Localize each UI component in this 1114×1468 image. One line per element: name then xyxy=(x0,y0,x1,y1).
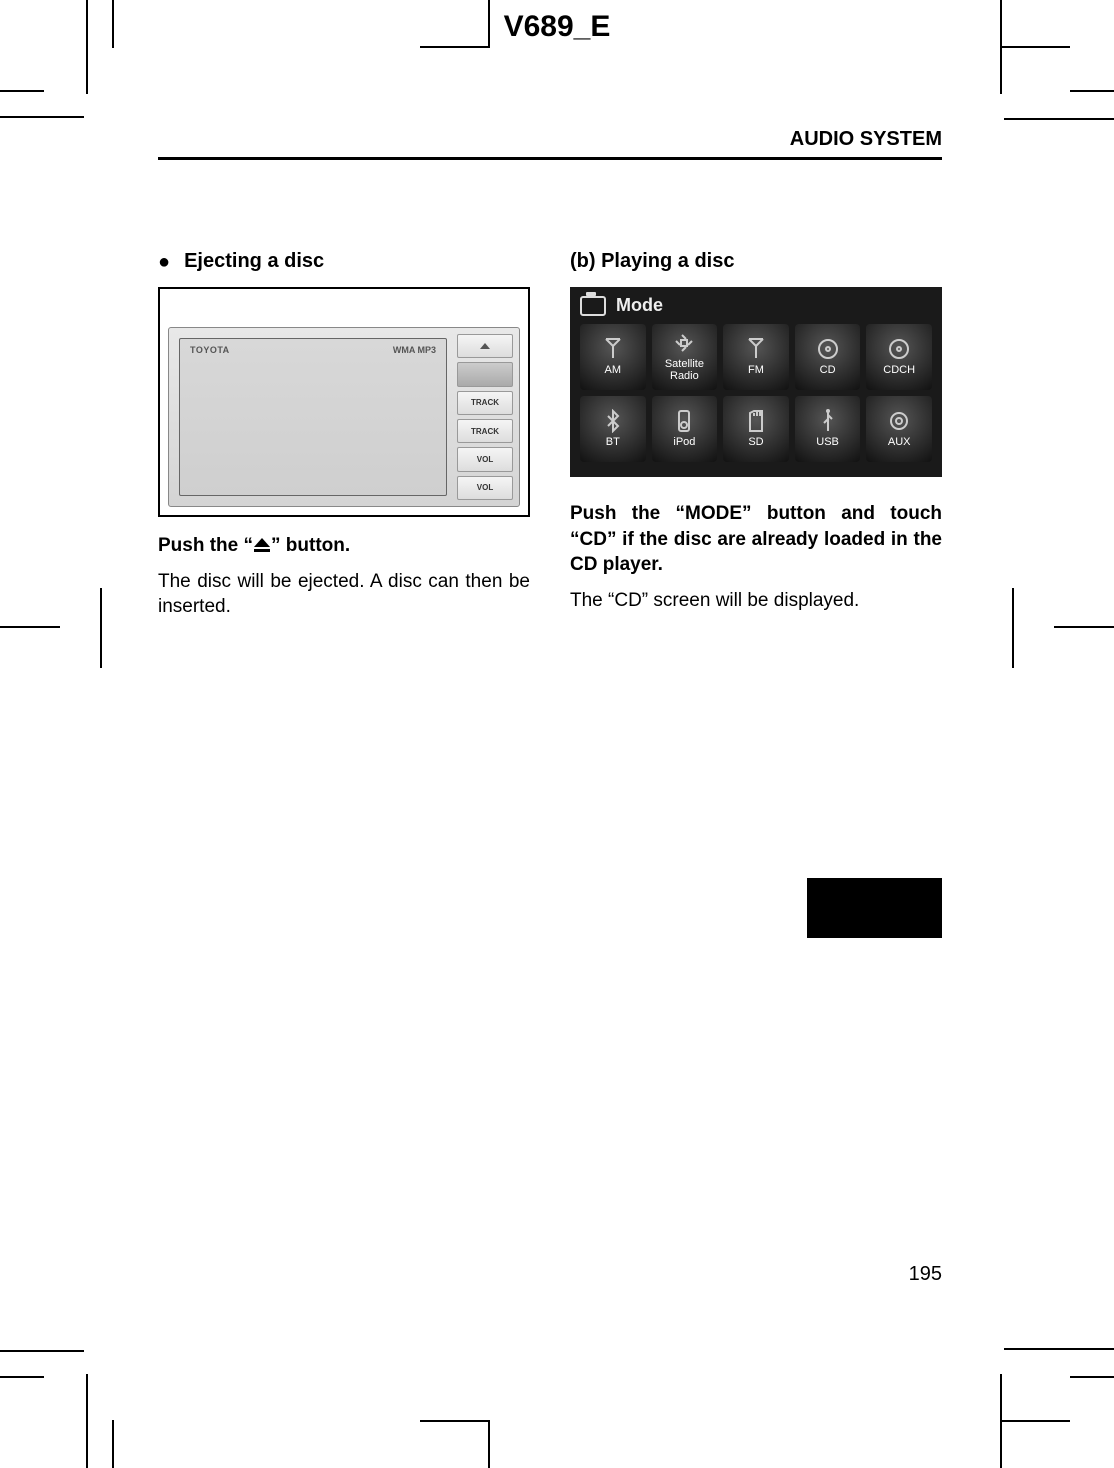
left-column: ● Ejecting a disc TOYOTA WMA MP3 TRACK T… xyxy=(158,250,530,620)
satellite-icon xyxy=(672,331,696,355)
eject-body: The disc will be ejected. A disc can the… xyxy=(158,569,530,620)
vol-up-button[interactable]: VOL xyxy=(457,447,513,471)
tab-icon xyxy=(580,296,606,316)
right-column: (b) Playing a disc Mode AM Satellite Rad… xyxy=(570,250,942,620)
head-unit-figure: TOYOTA WMA MP3 TRACK TRACK VOL VOL xyxy=(158,287,530,517)
document-header: V689_E xyxy=(0,10,1114,44)
thumb-index-tab xyxy=(807,878,942,938)
mode-usb-button[interactable]: USB xyxy=(795,396,861,462)
unit-format-label: WMA MP3 xyxy=(393,345,436,355)
play-instruction: Push the “MODE” button and touch “CD” if… xyxy=(570,501,942,578)
disc-icon xyxy=(816,337,840,361)
track-down-button[interactable]: TRACK xyxy=(457,419,513,443)
section-title: AUDIO SYSTEM xyxy=(158,128,942,160)
playing-heading: (b) Playing a disc xyxy=(570,250,942,273)
cd-slot-indicator xyxy=(457,362,513,386)
eject-instruction-suffix: ” button. xyxy=(271,535,350,556)
disc-icon xyxy=(887,337,911,361)
page-content: AUDIO SYSTEM ● Ejecting a disc TOYOTA WM… xyxy=(158,128,942,1340)
play-body: The “CD” screen will be displayed. xyxy=(570,588,942,614)
eject-instruction: Push the “ ” button. xyxy=(158,533,530,559)
sd-card-icon xyxy=(744,409,768,433)
bullet-icon: ● xyxy=(158,252,170,272)
usb-icon xyxy=(816,409,840,433)
page-number: 195 xyxy=(909,1263,942,1286)
mode-screen-figure: Mode AM Satellite Radio FM xyxy=(570,287,942,477)
mode-cd-button[interactable]: CD xyxy=(795,324,861,390)
mode-ipod-button[interactable]: iPod xyxy=(652,396,718,462)
ipod-icon xyxy=(672,409,696,433)
mode-fm-button[interactable]: FM xyxy=(723,324,789,390)
mode-sd-button[interactable]: SD xyxy=(723,396,789,462)
unit-brand: TOYOTA xyxy=(190,345,230,355)
antenna-icon xyxy=(744,337,768,361)
mode-label: Mode xyxy=(616,295,663,316)
vol-down-button[interactable]: VOL xyxy=(457,476,513,500)
bluetooth-icon xyxy=(601,409,625,433)
mode-bt-button[interactable]: BT xyxy=(580,396,646,462)
track-up-button[interactable]: TRACK xyxy=(457,391,513,415)
ejecting-heading: ● Ejecting a disc xyxy=(158,250,530,273)
mode-am-button[interactable]: AM xyxy=(580,324,646,390)
antenna-icon xyxy=(601,337,625,361)
ejecting-heading-text: Ejecting a disc xyxy=(184,250,324,273)
eject-instruction-prefix: Push the “ xyxy=(158,535,253,556)
mode-satellite-button[interactable]: Satellite Radio xyxy=(652,324,718,390)
mode-aux-button[interactable]: AUX xyxy=(866,396,932,462)
mode-cdch-button[interactable]: CDCH xyxy=(866,324,932,390)
aux-icon xyxy=(887,409,911,433)
eject-button[interactable] xyxy=(457,334,513,358)
eject-icon xyxy=(253,538,271,552)
playing-heading-text: (b) Playing a disc xyxy=(570,250,734,273)
